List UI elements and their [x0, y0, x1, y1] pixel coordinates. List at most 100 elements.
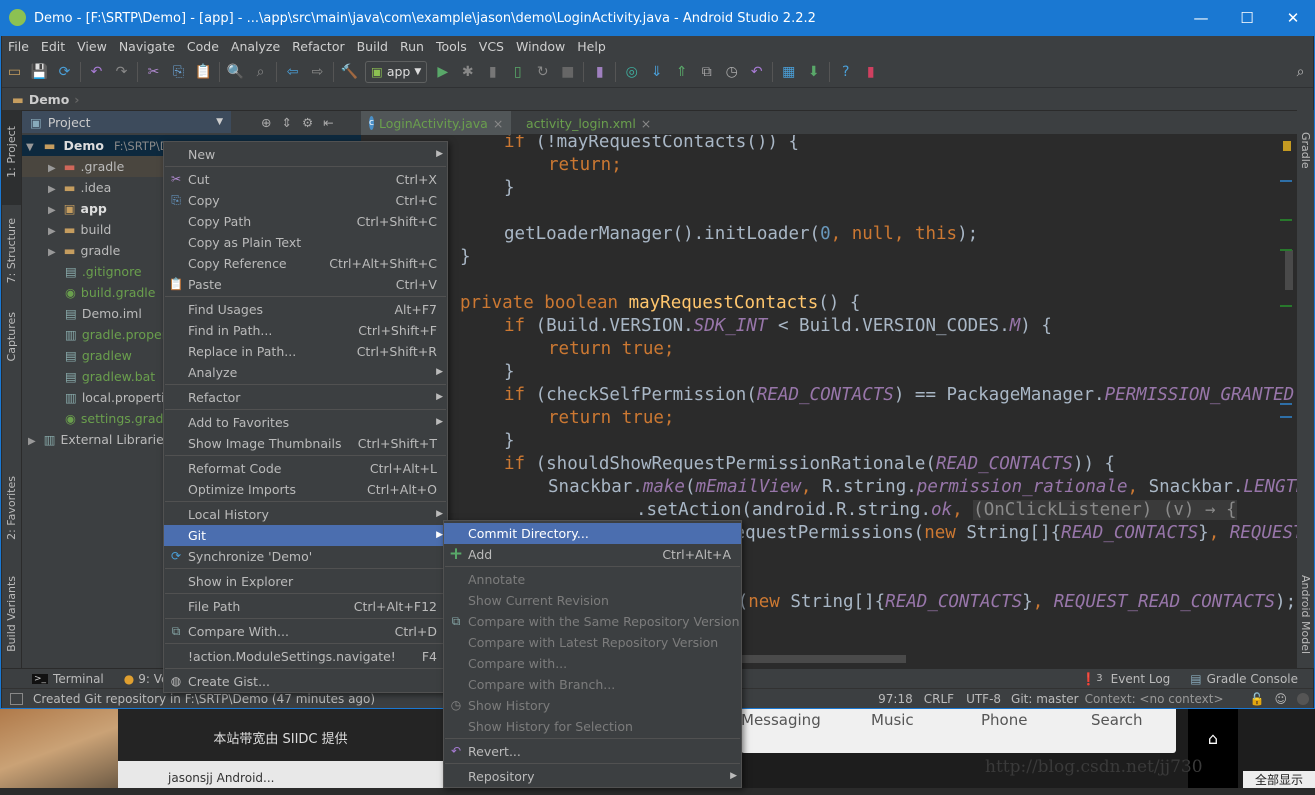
vcs-revert-icon[interactable]: ↶ — [744, 61, 769, 83]
tab-activity-login-xml[interactable]: activity_login.xml × — [513, 111, 653, 135]
menu-analyze[interactable]: Analyze — [225, 39, 286, 54]
menu-item-compare-with-branch[interactable]: Compare with Branch... — [444, 674, 741, 695]
code-line[interactable]: return; — [548, 154, 622, 177]
code-line[interactable]: if (Build.VERSION.SDK_INT < Build.VERSIO… — [504, 315, 1052, 338]
menu-item-new[interactable]: New ▶ — [164, 144, 447, 165]
device-monitor-icon[interactable]: ▮ — [858, 61, 883, 83]
tool-tab-build-variants[interactable]: Build Variants — [5, 576, 18, 652]
menu-navigate[interactable]: Navigate — [113, 39, 181, 54]
expand-arrow-icon[interactable]: ▶ — [48, 184, 56, 195]
help-icon[interactable]: ? — [833, 61, 858, 83]
tool-tab-structure[interactable]: 7: Structure — [5, 218, 18, 283]
menu-item-compare-with-the-same-repository-version[interactable]: ⧉ Compare with the Same Repository Versio… — [444, 611, 741, 632]
code-line[interactable]: if (!mayRequestContacts()) { — [504, 135, 799, 154]
menu-code[interactable]: Code — [181, 39, 225, 54]
menu-item-revert[interactable]: ↶ Revert... — [444, 741, 741, 762]
vcs-update-icon[interactable]: ⇓ — [644, 61, 669, 83]
menu-item-compare-with[interactable]: Compare with... — [444, 653, 741, 674]
menu-item-commit-directory[interactable]: Commit Directory... — [444, 523, 741, 544]
change-marker[interactable] — [1280, 249, 1292, 251]
collapse-all-icon[interactable]: ⇕ — [281, 115, 291, 130]
menu-item-show-current-revision[interactable]: Show Current Revision — [444, 590, 741, 611]
tool-tab-project[interactable]: 1: Project — [5, 126, 18, 178]
expand-arrow-icon[interactable]: ▶ — [48, 205, 56, 216]
maximize-button[interactable]: ☐ — [1224, 0, 1270, 36]
stop-icon[interactable]: ■ — [555, 61, 580, 83]
menu-item-local-history[interactable]: Local History ▶ — [164, 504, 447, 525]
code-line[interactable]: } — [460, 246, 471, 269]
change-marker[interactable] — [1280, 180, 1292, 182]
sync-icon[interactable]: ⟳ — [52, 61, 77, 83]
minimize-button[interactable]: — — [1178, 0, 1224, 36]
gradle-console-tab[interactable]: Gradle Console — [1207, 672, 1298, 686]
vertical-scrollbar[interactable] — [1285, 250, 1293, 290]
gear-icon[interactable]: ⚙ — [302, 115, 313, 130]
launcher-phone[interactable]: Phone — [981, 711, 1027, 729]
redo-icon[interactable]: ↷ — [109, 61, 134, 83]
close-tab-icon[interactable]: × — [493, 116, 503, 131]
tool-tab-favorites[interactable]: 2: Favorites — [5, 476, 18, 540]
status-message[interactable]: Created Git repository in F:\SRTP\Demo (… — [33, 692, 375, 706]
debug-icon[interactable]: ✱ — [455, 61, 480, 83]
apply-changes-icon[interactable]: ▯ — [505, 61, 530, 83]
menu-item-compare-with-latest-repository-version[interactable]: Compare with Latest Repository Version — [444, 632, 741, 653]
menu-item-show-image-thumbnails[interactable]: Show Image Thumbnails Ctrl+Shift+T — [164, 433, 447, 454]
encoding[interactable]: UTF-8 — [966, 692, 1001, 706]
menu-tools[interactable]: Tools — [430, 39, 473, 54]
menu-item-refactor[interactable]: Refactor ▶ — [164, 387, 447, 408]
menu-item-copy-reference[interactable]: Copy Reference Ctrl+Alt+Shift+C — [164, 253, 447, 274]
taskbar-item[interactable]: jasonsjj Android... — [118, 761, 443, 788]
menu-build[interactable]: Build — [351, 39, 394, 54]
save-icon[interactable]: 💾 — [27, 61, 52, 83]
scroll-from-source-icon[interactable]: ⊕ — [261, 115, 271, 130]
open-folder-icon[interactable]: ▭ — [2, 61, 27, 83]
tab-login-activity[interactable]: c LoginActivity.java × — [361, 111, 511, 135]
event-log-tab[interactable]: Event Log — [1111, 672, 1171, 686]
rerun-icon[interactable]: ↻ — [530, 61, 555, 83]
replace-icon[interactable]: ⌕ — [248, 61, 273, 83]
undo-icon[interactable]: ↶ — [84, 61, 109, 83]
menu-vcs[interactable]: VCS — [473, 39, 510, 54]
expand-arrow-icon[interactable]: ▶ — [48, 163, 56, 174]
context-selector[interactable]: Context: <no context> — [1085, 692, 1224, 706]
git-branch[interactable]: Git: master — [1011, 692, 1079, 706]
menu-item-add-to-favorites[interactable]: Add to Favorites ▶ — [164, 412, 447, 433]
sync-gradle-icon[interactable]: ◎ — [619, 61, 644, 83]
menu-item-reformat-code[interactable]: Reformat Code Ctrl+Alt+L — [164, 458, 447, 479]
code-line[interactable]: .setAction(android.R.string.ok, (OnClick… — [636, 499, 1237, 522]
change-marker[interactable] — [1280, 403, 1292, 405]
caret-position[interactable]: 97:18 — [878, 692, 913, 706]
vcs-commit-icon[interactable]: ⇑ — [669, 61, 694, 83]
launcher-search[interactable]: Search — [1091, 711, 1143, 729]
memory-indicator-icon[interactable] — [1297, 692, 1309, 705]
menu-run[interactable]: Run — [394, 39, 430, 54]
run-config-selector[interactable]: ▣ app ▼ — [365, 60, 428, 83]
menu-item-analyze[interactable]: Analyze ▶ — [164, 362, 447, 383]
search-icon[interactable]: ⌕ — [1288, 61, 1313, 83]
expand-arrow-icon[interactable]: ▶ — [48, 247, 56, 258]
menu-edit[interactable]: Edit — [35, 39, 71, 54]
copy-icon[interactable]: ⎘ — [166, 61, 191, 83]
make-project-icon[interactable]: 🔨 — [337, 61, 362, 83]
code-line[interactable]: } — [504, 430, 515, 453]
folded-code-region[interactable]: (OnClickListener) (v) → { — [973, 500, 1237, 520]
expand-arrow-icon[interactable]: ▶ — [48, 226, 56, 237]
lock-icon[interactable]: 🔓 — [1250, 692, 1265, 706]
menu-item-create-gist[interactable]: ◍ Create Gist... — [164, 671, 447, 692]
avd-manager-icon[interactable]: ▮ — [587, 61, 612, 83]
menu-item-replace-in-path[interactable]: Replace in Path... Ctrl+Shift+R — [164, 341, 447, 362]
tool-tab-android-model[interactable]: Android Model — [1299, 575, 1312, 654]
close-tab-icon[interactable]: × — [641, 116, 651, 131]
hector-icon[interactable]: ☺ — [1274, 692, 1287, 706]
sdk-manager-icon[interactable]: ⬇ — [801, 61, 826, 83]
menu-file[interactable]: File — [2, 39, 35, 54]
menu-item-find-in-path[interactable]: Find in Path... Ctrl+Shift+F — [164, 320, 447, 341]
change-marker[interactable] — [1280, 305, 1292, 307]
close-button[interactable]: ✕ — [1270, 0, 1315, 36]
back-icon[interactable]: ⇦ — [280, 61, 305, 83]
line-separator[interactable]: CRLF — [924, 692, 954, 706]
paste-icon[interactable]: 📋 — [191, 61, 216, 83]
terminal-tab[interactable]: Terminal — [53, 672, 104, 686]
code-line[interactable]: return true; — [548, 407, 674, 430]
expand-arrow-icon[interactable]: ▶ — [28, 436, 36, 447]
